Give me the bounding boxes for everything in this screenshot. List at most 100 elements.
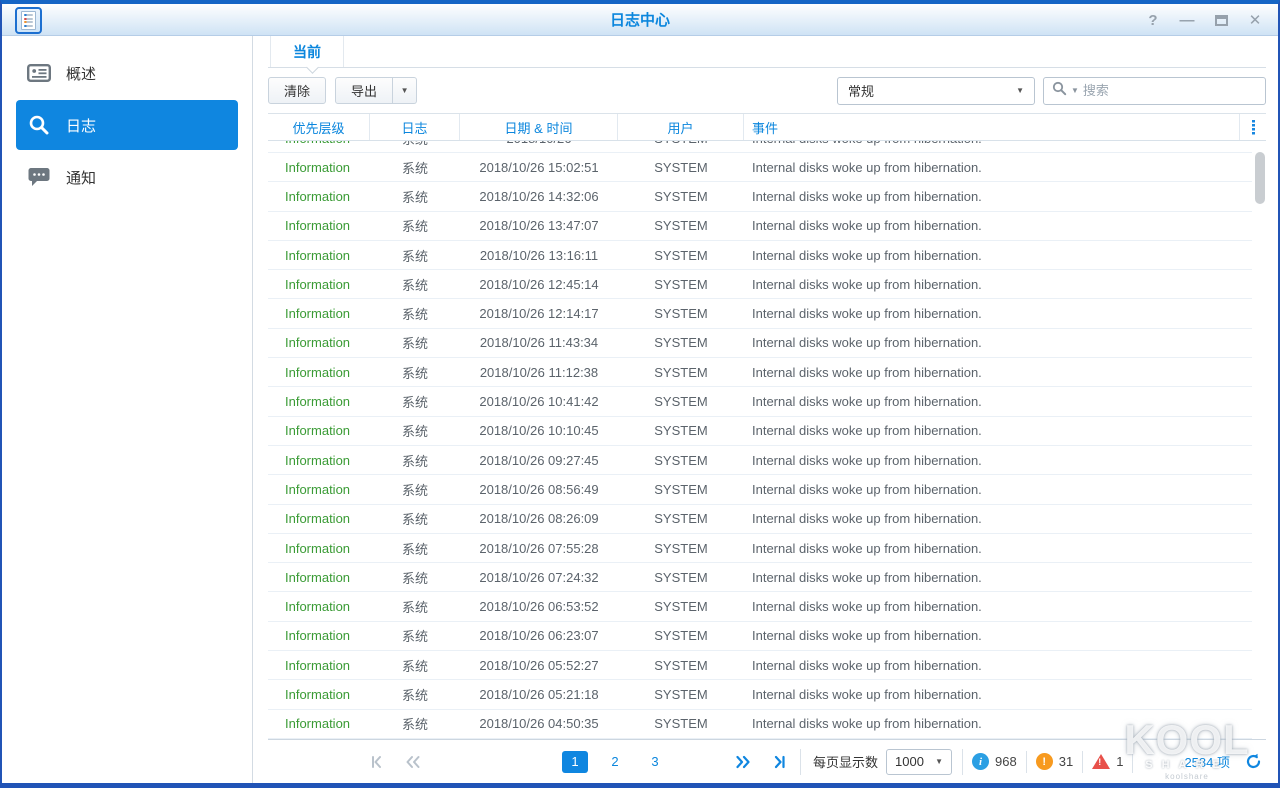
first-page-icon[interactable] bbox=[368, 753, 386, 771]
table-row[interactable]: Information系统2018/10/26 12:45:14SYSTEMIn… bbox=[268, 270, 1252, 299]
table-row[interactable]: Information系统2018/10/26 11:12:38SYSTEMIn… bbox=[268, 358, 1252, 387]
cell-user: SYSTEM bbox=[618, 141, 744, 146]
cell-event: Internal disks woke up from hibernation. bbox=[744, 570, 1252, 585]
refresh-icon[interactable] bbox=[1244, 753, 1262, 771]
cell-event: Internal disks woke up from hibernation. bbox=[744, 599, 1252, 614]
vertical-scrollbar-thumb[interactable] bbox=[1255, 152, 1265, 204]
table-row[interactable]: Information系统2018/10/26 10:10:45SYSTEMIn… bbox=[268, 417, 1252, 446]
cell-log: 系统 bbox=[370, 333, 460, 352]
cell-datetime: 2018/10/26 11:43:34 bbox=[460, 335, 618, 350]
cell-datetime: 2018/10/26 07:24:32 bbox=[460, 570, 618, 585]
cell-log: 系统 bbox=[370, 246, 460, 265]
search-icon bbox=[26, 114, 52, 136]
minimize-icon[interactable]: — bbox=[1178, 11, 1196, 29]
sidebar-item-notifications[interactable]: 通知 bbox=[16, 158, 238, 196]
cell-priority: Information bbox=[268, 511, 370, 526]
cell-user: SYSTEM bbox=[618, 687, 744, 702]
log-center-app-icon bbox=[15, 7, 42, 34]
table-row[interactable]: Information系统2018/10/26 07:55:28SYSTEMIn… bbox=[268, 534, 1252, 563]
cell-event: Internal disks woke up from hibernation. bbox=[744, 365, 1252, 380]
cell-log: 系统 bbox=[370, 626, 460, 645]
table-row[interactable]: Information系统2018/10/26 15:02:51SYSTEMIn… bbox=[268, 153, 1252, 182]
table-row[interactable]: Information系统2018/10/26 10:41:42SYSTEMIn… bbox=[268, 387, 1252, 416]
sidebar-item-label: 日志 bbox=[66, 115, 96, 136]
cell-log: 系统 bbox=[370, 363, 460, 382]
table-row[interactable]: Information系统2018/10/26 14:32:06SYSTEMIn… bbox=[268, 182, 1252, 211]
last-page-icon[interactable] bbox=[770, 753, 788, 771]
close-icon[interactable]: ✕ bbox=[1246, 11, 1264, 29]
table-row[interactable]: Information系统2018/10/26 05:52:27SYSTEMIn… bbox=[268, 651, 1252, 680]
table-row[interactable]: Information系统2018/10/26 06:23:07SYSTEMIn… bbox=[268, 622, 1252, 651]
search-options-chevron-icon[interactable]: ▼ bbox=[1071, 86, 1079, 95]
overview-card-icon bbox=[26, 64, 52, 82]
cell-event: Internal disks woke up from hibernation. bbox=[744, 394, 1252, 409]
column-header-user[interactable]: 用户 bbox=[618, 114, 744, 140]
column-header-log[interactable]: 日志 bbox=[370, 114, 460, 140]
cell-priority: Information bbox=[268, 628, 370, 643]
column-options-cell bbox=[1240, 114, 1266, 140]
page-button-2[interactable]: 2 bbox=[602, 751, 628, 773]
table-row[interactable]: Information系统2018/10/26 13:47:07SYSTEMIn… bbox=[268, 212, 1252, 241]
pagination-bar: 123 每页显示数 1000 ▼ bbox=[268, 739, 1266, 783]
next-pages-icon[interactable] bbox=[734, 753, 752, 771]
cell-datetime: 2018/10/26 bbox=[460, 141, 618, 146]
cell-priority: Information bbox=[268, 482, 370, 497]
cell-datetime: 2018/10/26 12:14:17 bbox=[460, 306, 618, 321]
sidebar-item-logs[interactable]: 日志 bbox=[16, 100, 238, 150]
cell-event: Internal disks woke up from hibernation. bbox=[744, 628, 1252, 643]
error-count-icon: ! bbox=[1092, 754, 1110, 769]
table-row[interactable]: Information系统2018/10/26 04:50:35SYSTEMIn… bbox=[268, 710, 1252, 739]
page-button-1[interactable]: 1 bbox=[562, 751, 588, 773]
table-row[interactable]: Information系统2018/10/26 12:14:17SYSTEMIn… bbox=[268, 299, 1252, 328]
cell-event: Internal disks woke up from hibernation. bbox=[744, 423, 1252, 438]
cell-event: Internal disks woke up from hibernation. bbox=[744, 141, 1252, 146]
column-header-datetime[interactable]: 日期 & 时间 bbox=[460, 114, 618, 140]
cell-event: Internal disks woke up from hibernation. bbox=[744, 248, 1252, 263]
cell-user: SYSTEM bbox=[618, 482, 744, 497]
table-row[interactable]: Information系统2018/10/26 11:43:34SYSTEMIn… bbox=[268, 329, 1252, 358]
page-button-3[interactable]: 3 bbox=[642, 751, 668, 773]
per-page-label: 每页显示数 bbox=[813, 752, 878, 771]
table-row[interactable]: Information系统2018/10/26 09:27:45SYSTEMIn… bbox=[268, 446, 1252, 475]
window-title: 日志中心 bbox=[2, 9, 1278, 30]
cell-user: SYSTEM bbox=[618, 511, 744, 526]
tab-current[interactable]: 当前 bbox=[270, 36, 344, 67]
table-row[interactable]: Information系统2018/10/26 06:53:52SYSTEMIn… bbox=[268, 592, 1252, 621]
sidebar-item-overview[interactable]: 概述 bbox=[16, 54, 238, 92]
table-row[interactable]: Information系统2018/10/26 05:21:18SYSTEMIn… bbox=[268, 680, 1252, 709]
table-row[interactable]: Information系统2018/10/26 08:56:49SYSTEMIn… bbox=[268, 475, 1252, 504]
clipped-row[interactable]: Information 系统 2018/10/26 SYSTEM Interna… bbox=[268, 141, 1252, 153]
cell-log: 系统 bbox=[370, 141, 460, 148]
cell-event: Internal disks woke up from hibernation. bbox=[744, 335, 1252, 350]
cell-user: SYSTEM bbox=[618, 394, 744, 409]
log-filter-select[interactable]: 常规 ▼ bbox=[837, 77, 1035, 105]
column-header-event[interactable]: 事件 bbox=[744, 114, 1240, 140]
cell-datetime: 2018/10/26 13:47:07 bbox=[460, 218, 618, 233]
cell-log: 系统 bbox=[370, 685, 460, 704]
help-icon[interactable]: ? bbox=[1144, 11, 1162, 29]
table-row[interactable]: Information系统2018/10/26 13:16:11SYSTEMIn… bbox=[268, 241, 1252, 270]
maximize-icon[interactable] bbox=[1212, 11, 1230, 29]
cell-user: SYSTEM bbox=[618, 453, 744, 468]
search-icon[interactable] bbox=[1052, 81, 1067, 101]
cell-event: Internal disks woke up from hibernation. bbox=[744, 453, 1252, 468]
export-dropdown-button[interactable]: ▼ bbox=[393, 77, 417, 104]
clear-button[interactable]: 清除 bbox=[268, 77, 326, 104]
table-row[interactable]: Information系统2018/10/26 07:24:32SYSTEMIn… bbox=[268, 563, 1252, 592]
previous-page-icon[interactable] bbox=[404, 753, 422, 771]
toolbar: 清除 导出 ▼ 常规 ▼ ▼ bbox=[268, 68, 1266, 113]
cell-datetime: 2018/10/26 05:21:18 bbox=[460, 687, 618, 702]
cell-log: 系统 bbox=[370, 216, 460, 235]
cell-event: Internal disks woke up from hibernation. bbox=[744, 482, 1252, 497]
info-count-icon: i bbox=[972, 753, 989, 770]
per-page-select[interactable]: 1000 ▼ bbox=[886, 749, 952, 775]
per-page-value: 1000 bbox=[895, 754, 924, 769]
export-button[interactable]: 导出 bbox=[335, 77, 393, 104]
column-header-priority[interactable]: 优先层级 bbox=[268, 114, 370, 140]
cell-datetime: 2018/10/26 15:02:51 bbox=[460, 160, 618, 175]
cell-priority: Information bbox=[268, 365, 370, 380]
cell-user: SYSTEM bbox=[618, 599, 744, 614]
table-row[interactable]: Information系统2018/10/26 08:26:09SYSTEMIn… bbox=[268, 505, 1252, 534]
search-input[interactable] bbox=[1083, 83, 1257, 98]
column-options-icon[interactable] bbox=[1252, 120, 1255, 135]
